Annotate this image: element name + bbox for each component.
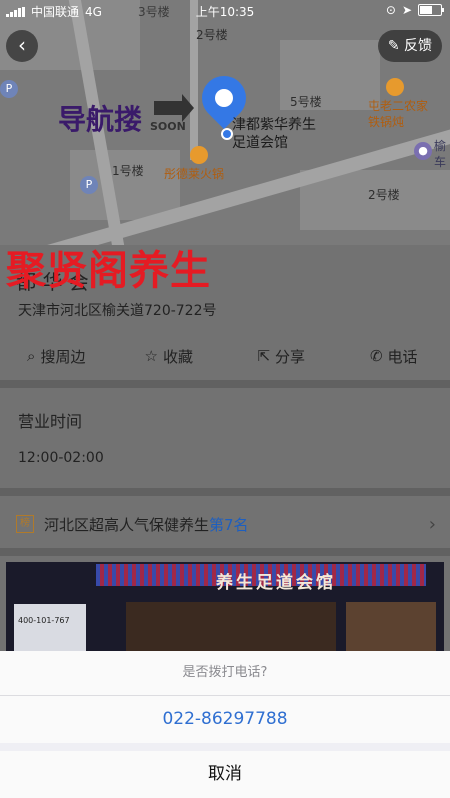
section-divider bbox=[0, 488, 450, 496]
poi-label[interactable]: 榆车 bbox=[434, 138, 450, 170]
food-icon[interactable] bbox=[386, 78, 404, 96]
edit-icon: ✎ bbox=[387, 38, 400, 54]
star-icon: ☆ bbox=[144, 347, 158, 365]
clock: 上午10:35 bbox=[195, 5, 255, 19]
call-prompt: 是否拨打电话? bbox=[0, 651, 450, 696]
lock-rotation-icon: ⊙ bbox=[385, 3, 396, 17]
parking-icon: P bbox=[0, 80, 18, 98]
rank-position: 第7名 bbox=[209, 515, 249, 534]
pin-icon[interactable]: ● bbox=[414, 142, 432, 160]
call-action-sheet: 是否拨打电话? 022-86297788 取消 bbox=[0, 651, 450, 798]
rank-badge-icon: 榜 bbox=[16, 515, 34, 533]
building-label: 2号楼 bbox=[196, 28, 228, 42]
ranking-row[interactable]: 榜 河北区超高人气保健养生第7名 › bbox=[16, 512, 436, 536]
action-label: 收藏 bbox=[162, 347, 193, 366]
overlay-arrow-icon bbox=[154, 94, 194, 122]
section-divider bbox=[0, 380, 450, 388]
search-nearby-button[interactable]: ⌕ 搜周边 bbox=[0, 340, 113, 372]
action-label: 分享 bbox=[275, 347, 306, 366]
section-divider bbox=[0, 548, 450, 556]
search-icon: ⌕ bbox=[27, 347, 36, 365]
hours-value: 12:00-02:00 bbox=[18, 450, 104, 466]
chevron-left-icon: ‹ bbox=[18, 33, 26, 57]
building-label: 1号楼 bbox=[112, 164, 144, 178]
hours-title: 营业时间 bbox=[18, 412, 83, 431]
map-road bbox=[190, 0, 198, 160]
feedback-button[interactable]: ✎ 反馈 bbox=[377, 30, 442, 62]
storefront-photo[interactable]: 养生足道会馆 400-101-767 bbox=[6, 562, 444, 660]
share-button[interactable]: ⇱ 分享 bbox=[225, 340, 338, 372]
overlay-red-text: 聚贤阁养生 bbox=[6, 248, 211, 294]
action-label: 电话 bbox=[387, 347, 418, 366]
poi-label[interactable]: 屯老二农家铁锅炖 bbox=[368, 98, 428, 130]
battery-icon bbox=[418, 4, 444, 16]
call-button[interactable]: ✆ 电话 bbox=[338, 340, 450, 372]
overlay-nav-text: 导航搂 bbox=[58, 103, 143, 136]
poi-label[interactable]: 彤德莱火锅 bbox=[164, 166, 224, 182]
building-label: 5号楼 bbox=[290, 95, 322, 109]
action-bar: ⌕ 搜周边 ☆ 收藏 ⇱ 分享 ✆ 电话 bbox=[0, 340, 450, 372]
parking-icon: P bbox=[80, 176, 98, 194]
back-button[interactable]: ‹ bbox=[6, 30, 38, 62]
phone-icon: ✆ bbox=[369, 347, 383, 365]
board-phone-text: 400-101-767 bbox=[18, 616, 70, 625]
cancel-button[interactable]: 取消 bbox=[0, 751, 450, 798]
share-icon: ⇱ bbox=[257, 347, 271, 365]
storefront-sign-text: 养生足道会馆 bbox=[216, 573, 336, 593]
food-icon[interactable] bbox=[190, 146, 208, 164]
status-bar: 中国联通 4G 3号楼 上午10:35 ⊙ ➤ bbox=[0, 0, 450, 22]
place-address: 天津市河北区榆关道720-722号 bbox=[18, 303, 217, 319]
location-arrow-icon: ➤ bbox=[401, 3, 412, 17]
feedback-label: 反馈 bbox=[404, 38, 432, 54]
chevron-right-icon: › bbox=[428, 513, 436, 535]
map-place-name[interactable]: 津都紫华养生足道会馆 bbox=[232, 116, 322, 152]
overlay-soon-text: SOON bbox=[150, 120, 186, 133]
favorite-button[interactable]: ☆ 收藏 bbox=[113, 340, 226, 372]
rank-category: 河北区超高人气保健养生 bbox=[44, 515, 210, 534]
action-label: 搜周边 bbox=[40, 347, 86, 366]
call-phone-button[interactable]: 022-86297788 bbox=[0, 696, 450, 743]
rank-text: 河北区超高人气保健养生第7名 bbox=[44, 514, 249, 535]
building-label: 2号楼 bbox=[368, 188, 400, 202]
